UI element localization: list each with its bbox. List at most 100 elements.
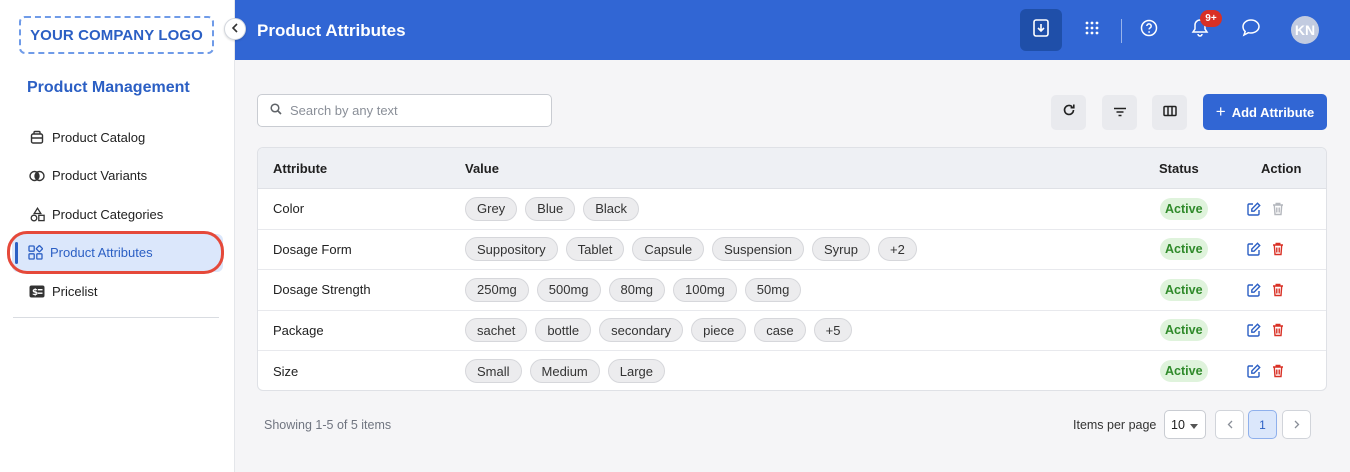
refresh-button[interactable]	[1051, 95, 1086, 130]
value-chip: 80mg	[608, 277, 666, 302]
delete-icon[interactable]	[1270, 242, 1285, 257]
company-logo[interactable]: YOUR COMPANY LOGO	[19, 16, 214, 54]
attribute-name: Package	[273, 322, 324, 338]
items-per-page-label: Items per page	[1073, 418, 1157, 432]
sidebar-item-label: Pricelist	[52, 283, 98, 299]
sidebar-item-product-catalog[interactable]: Product Catalog	[0, 118, 235, 157]
chevron-left-icon	[231, 20, 239, 38]
value-chip: 100mg	[673, 277, 737, 302]
column-header-status[interactable]: Status	[1141, 161, 1236, 176]
categories-icon	[29, 206, 45, 222]
column-header-value[interactable]: Value	[451, 161, 1141, 176]
table-row: Dosage Form Suppository Tablet Capsule Suspe…	[258, 230, 1326, 270]
attribute-name: Dosage Strength	[273, 282, 371, 298]
edit-icon[interactable]	[1246, 323, 1261, 338]
sidebar-item-product-attributes[interactable]: Product Attributes	[12, 233, 223, 272]
action-cell	[1236, 201, 1326, 216]
value-chip: Black	[583, 196, 639, 221]
delete-icon[interactable]	[1270, 282, 1285, 297]
more-values-chip[interactable]: +2	[877, 237, 917, 262]
notification-badge: 9+	[1200, 10, 1222, 27]
header-divider	[1121, 19, 1122, 43]
delete-icon[interactable]	[1270, 364, 1285, 379]
status-badge: Active	[1160, 278, 1208, 301]
sidebar-item-label: Product Attributes	[50, 245, 153, 261]
apps-button[interactable]	[1071, 9, 1113, 51]
search-icon	[270, 102, 282, 120]
status-badge: Active	[1160, 197, 1208, 220]
attributes-icon	[27, 245, 43, 261]
attribute-values: 250mg 500mg 80mg 100mg 50mg	[451, 277, 1141, 302]
attribute-name: Color	[273, 201, 305, 217]
value-chip: Suspension	[712, 237, 805, 262]
action-cell	[1236, 282, 1326, 297]
collapse-sidebar-button[interactable]	[224, 18, 246, 40]
attributes-table: Attribute Value Status Action Color Grey B…	[257, 147, 1327, 391]
filter-icon	[1113, 104, 1127, 122]
attribute-values: Small Medium Large	[451, 359, 1141, 384]
status-cell: Active	[1141, 238, 1236, 261]
top-header: Product Attributes 9+ KN	[235, 0, 1350, 60]
action-cell	[1236, 242, 1326, 257]
column-header-attribute[interactable]: Attribute	[258, 161, 451, 176]
next-page-button[interactable]	[1282, 410, 1311, 439]
action-cell	[1236, 323, 1326, 338]
variants-icon	[29, 168, 45, 184]
edit-icon[interactable]	[1246, 242, 1261, 257]
status-badge: Active	[1160, 238, 1208, 261]
sidebar-divider	[13, 317, 219, 318]
table-row: Size Small Medium Large Active	[258, 351, 1326, 390]
attribute-name: Size	[273, 363, 299, 379]
page-button-current[interactable]: 1	[1248, 410, 1277, 439]
items-per-page-select[interactable]: 10	[1164, 410, 1206, 439]
refresh-icon	[1062, 103, 1076, 122]
user-avatar[interactable]: KN	[1291, 16, 1319, 44]
value-chip: Grey	[465, 196, 518, 221]
sidebar-item-label: Product Variants	[52, 168, 148, 184]
pagination-summary: Showing 1-5 of 5 items	[264, 418, 392, 432]
attribute-values: sachet bottle secondary piece case +5	[451, 318, 1141, 343]
value-chip: Syrup	[812, 237, 870, 262]
status-cell: Active	[1141, 319, 1236, 342]
search-input[interactable]	[290, 103, 530, 118]
apps-grid-icon	[1085, 21, 1099, 40]
column-header-action: Action	[1261, 160, 1302, 176]
status-cell: Active	[1141, 278, 1236, 301]
attribute-values: Suppository Tablet Capsule Suspension Syrup +…	[451, 237, 1141, 262]
value-chip: piece	[691, 318, 747, 343]
value-chip: bottle	[535, 318, 592, 343]
value-chip: Small	[465, 359, 522, 384]
attribute-name: Dosage Form	[273, 241, 352, 257]
add-attribute-label: Add Attribute	[1231, 104, 1315, 120]
help-button[interactable]	[1128, 9, 1170, 51]
sidebar-item-product-categories[interactable]: Product Categories	[0, 195, 235, 234]
edit-icon[interactable]	[1246, 282, 1261, 297]
columns-button[interactable]	[1152, 95, 1187, 130]
prev-page-button[interactable]	[1215, 410, 1244, 439]
sidebar-item-label: Product Catalog	[52, 129, 146, 145]
chat-button[interactable]	[1230, 9, 1272, 51]
add-attribute-button[interactable]: + Add Attribute	[1203, 94, 1327, 130]
value-chip: Large	[607, 359, 666, 384]
value-chip: secondary	[599, 318, 684, 343]
page-title: Product Attributes	[257, 21, 406, 40]
value-chip: 50mg	[744, 277, 802, 302]
value-chip: Blue	[525, 196, 576, 221]
more-values-chip[interactable]: +5	[813, 318, 853, 343]
columns-icon	[1162, 104, 1177, 122]
sidebar-nav: Product Catalog Product Variants Product…	[0, 118, 235, 311]
sidebar-item-product-variants[interactable]: Product Variants	[0, 157, 235, 196]
download-button[interactable]	[1020, 9, 1062, 51]
delete-icon	[1270, 201, 1285, 216]
status-badge: Active	[1160, 360, 1208, 383]
value-chip: sachet	[465, 318, 528, 343]
sidebar-item-pricelist[interactable]: $ Pricelist	[0, 272, 235, 311]
edit-icon[interactable]	[1246, 201, 1261, 216]
status-cell: Active	[1141, 197, 1236, 220]
search-box[interactable]	[257, 94, 552, 127]
edit-icon[interactable]	[1246, 364, 1261, 379]
value-chip: Suppository	[465, 237, 558, 262]
filter-button[interactable]	[1102, 95, 1137, 130]
delete-icon[interactable]	[1270, 323, 1285, 338]
download-file-icon	[1033, 18, 1049, 42]
